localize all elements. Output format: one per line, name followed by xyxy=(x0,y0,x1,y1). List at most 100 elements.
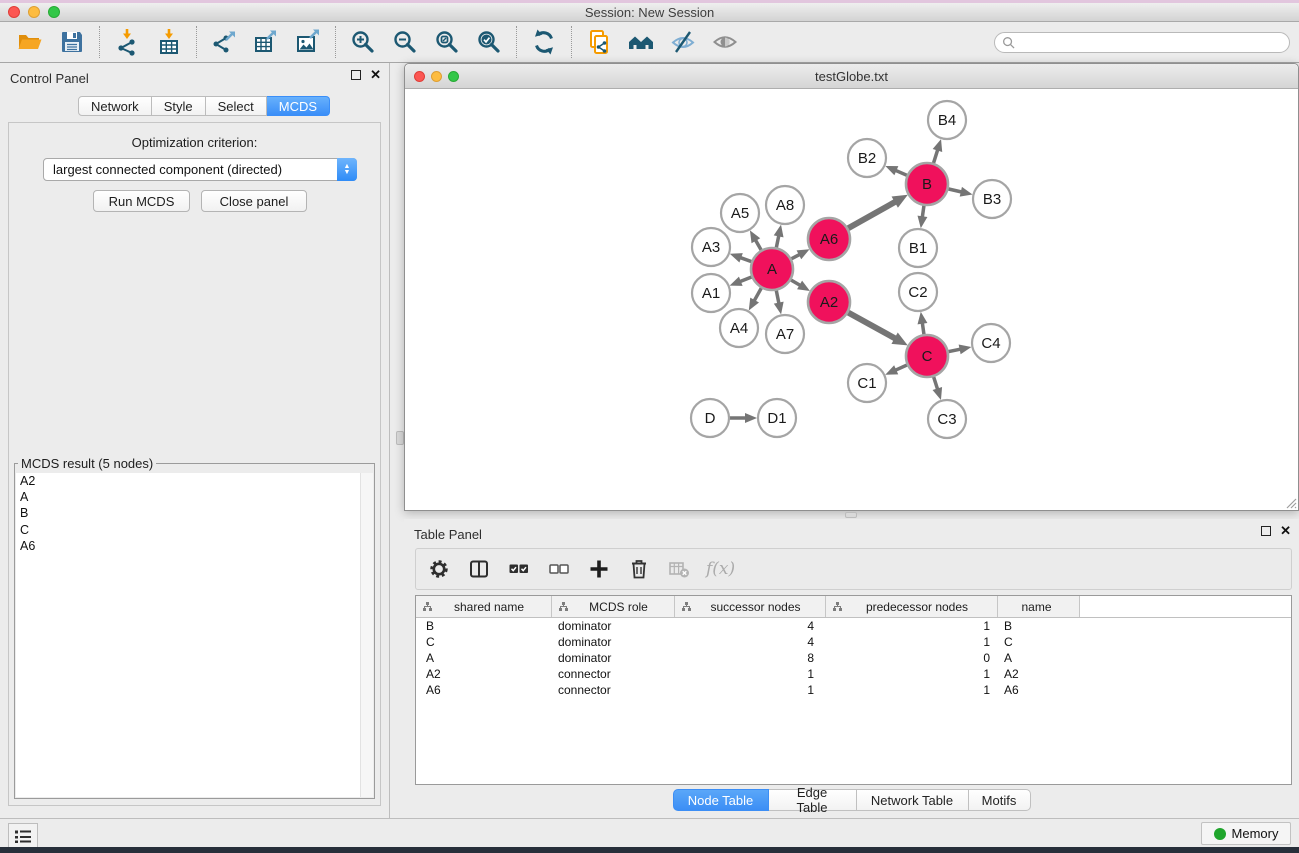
export-network-button[interactable] xyxy=(206,24,242,60)
zoom-selected-button[interactable] xyxy=(471,24,507,60)
import-table-button[interactable] xyxy=(151,24,187,60)
table-cell[interactable]: connector xyxy=(552,682,675,698)
table-cell[interactable]: A2 xyxy=(998,666,1080,682)
table-cell[interactable]: dominator xyxy=(552,650,675,666)
close-window-button[interactable] xyxy=(8,6,20,18)
show-all-button[interactable] xyxy=(707,24,743,60)
table-cell[interactable]: C xyxy=(998,634,1080,650)
tab-network[interactable]: Network xyxy=(78,96,152,116)
tab-select[interactable]: Select xyxy=(206,96,267,116)
graph-node-A[interactable]: A xyxy=(751,248,793,290)
network-zoom-button[interactable] xyxy=(448,71,459,82)
function-builder-button[interactable]: f(x) xyxy=(706,559,735,579)
graph-node-D[interactable]: D xyxy=(691,399,729,437)
result-item[interactable]: B xyxy=(16,505,360,521)
table-cell[interactable]: C xyxy=(416,634,552,650)
table-cell[interactable]: A6 xyxy=(998,682,1080,698)
graph-node-B1[interactable]: B1 xyxy=(899,229,937,267)
graph-node-B4[interactable]: B4 xyxy=(928,101,966,139)
show-columns-button[interactable] xyxy=(466,556,492,582)
network-graph[interactable]: B4B2BB3A5A8A3A6B1AA1C2A2A4A7C4CC1C3DD1 xyxy=(405,90,1298,510)
table-cell[interactable]: A xyxy=(416,650,552,666)
delete-table-button[interactable] xyxy=(666,556,692,582)
zoom-out-button[interactable] xyxy=(387,24,423,60)
criterion-dropdown[interactable]: largest connected component (directed) ▲… xyxy=(43,158,357,181)
refresh-layout-button[interactable] xyxy=(526,24,562,60)
table-cell[interactable]: A xyxy=(998,650,1080,666)
column-header-name[interactable]: name xyxy=(998,596,1080,617)
table-cell[interactable]: dominator xyxy=(552,618,675,634)
search-input[interactable] xyxy=(1019,35,1282,50)
tab-mcds[interactable]: MCDS xyxy=(267,96,330,116)
graph-node-B3[interactable]: B3 xyxy=(973,180,1011,218)
table-cell[interactable]: 4 xyxy=(675,634,826,650)
zoom-in-button[interactable] xyxy=(345,24,381,60)
zoom-fit-button[interactable] xyxy=(429,24,465,60)
tab-style[interactable]: Style xyxy=(152,96,206,116)
hide-selected-button[interactable] xyxy=(665,24,701,60)
table-cell[interactable]: 1 xyxy=(826,682,998,698)
column-header-predecessor-nodes[interactable]: predecessor nodes xyxy=(826,596,998,617)
horizontal-split-handle[interactable] xyxy=(845,512,857,518)
graph-node-A3[interactable]: A3 xyxy=(692,228,730,266)
table-cell[interactable]: 4 xyxy=(675,618,826,634)
table-row[interactable]: Cdominator41C xyxy=(416,634,1291,650)
delete-row-button[interactable] xyxy=(626,556,652,582)
result-item[interactable]: A xyxy=(16,489,360,505)
table-row[interactable]: A6connector11A6 xyxy=(416,682,1291,698)
graph-node-A4[interactable]: A4 xyxy=(720,309,758,347)
tab-motifs[interactable]: Motifs xyxy=(969,789,1031,811)
graph-node-C[interactable]: C xyxy=(906,335,948,377)
close-panel-icon[interactable]: ✕ xyxy=(370,70,381,80)
open-session-button[interactable] xyxy=(12,24,48,60)
memory-button[interactable]: Memory xyxy=(1201,822,1291,845)
resize-grip-icon[interactable] xyxy=(1284,496,1297,509)
table-row[interactable]: Adominator80A xyxy=(416,650,1291,666)
network-window-titlebar[interactable]: testGlobe.txt xyxy=(405,64,1298,89)
export-table-button[interactable] xyxy=(248,24,284,60)
table-cell[interactable]: 1 xyxy=(675,666,826,682)
tab-network-table[interactable]: Network Table xyxy=(857,789,969,811)
run-mcds-button[interactable]: Run MCDS xyxy=(93,190,190,212)
graph-node-D1[interactable]: D1 xyxy=(758,399,796,437)
graph-node-A5[interactable]: A5 xyxy=(721,194,759,232)
tab-edge-table[interactable]: Edge Table xyxy=(769,789,857,811)
close-table-panel-icon[interactable]: ✕ xyxy=(1280,526,1291,536)
table-cell[interactable]: 1 xyxy=(826,666,998,682)
network-minimize-button[interactable] xyxy=(431,71,442,82)
table-cell[interactable]: 1 xyxy=(675,682,826,698)
table-cell[interactable]: A6 xyxy=(416,682,552,698)
first-neighbors-button[interactable] xyxy=(623,24,659,60)
graph-node-C3[interactable]: C3 xyxy=(928,400,966,438)
column-header-mcds-role[interactable]: MCDS role xyxy=(552,596,675,617)
result-item[interactable]: A6 xyxy=(16,538,360,554)
float-panel-icon[interactable] xyxy=(351,70,361,80)
result-scrollbar[interactable] xyxy=(360,473,373,797)
add-row-button[interactable] xyxy=(586,556,612,582)
graph-node-A1[interactable]: A1 xyxy=(692,274,730,312)
column-header-successor-nodes[interactable]: successor nodes xyxy=(675,596,826,617)
table-cell[interactable]: 8 xyxy=(675,650,826,666)
task-history-button[interactable] xyxy=(8,823,38,848)
close-panel-button[interactable]: Close panel xyxy=(201,190,307,212)
table-cell[interactable]: B xyxy=(998,618,1080,634)
table-cell[interactable]: B xyxy=(416,618,552,634)
network-close-button[interactable] xyxy=(414,71,425,82)
table-cell[interactable]: A2 xyxy=(416,666,552,682)
vertical-split-handle[interactable] xyxy=(396,431,404,445)
table-cell[interactable]: connector xyxy=(552,666,675,682)
graph-node-A8[interactable]: A8 xyxy=(766,186,804,224)
column-header-shared-name[interactable]: shared name xyxy=(416,596,552,617)
graph-node-B2[interactable]: B2 xyxy=(848,139,886,177)
result-item[interactable]: A2 xyxy=(16,473,360,489)
table-cell[interactable]: 0 xyxy=(826,650,998,666)
table-cell[interactable]: 1 xyxy=(826,618,998,634)
table-row[interactable]: A2connector11A2 xyxy=(416,666,1291,682)
network-canvas[interactable]: B4B2BB3A5A8A3A6B1AA1C2A2A4A7C4CC1C3DD1 xyxy=(405,90,1298,510)
select-all-button[interactable] xyxy=(506,556,532,582)
deselect-all-button[interactable] xyxy=(546,556,572,582)
import-network-button[interactable] xyxy=(109,24,145,60)
table-row[interactable]: Bdominator41B xyxy=(416,618,1291,634)
export-image-button[interactable] xyxy=(290,24,326,60)
result-item[interactable]: C xyxy=(16,522,360,538)
